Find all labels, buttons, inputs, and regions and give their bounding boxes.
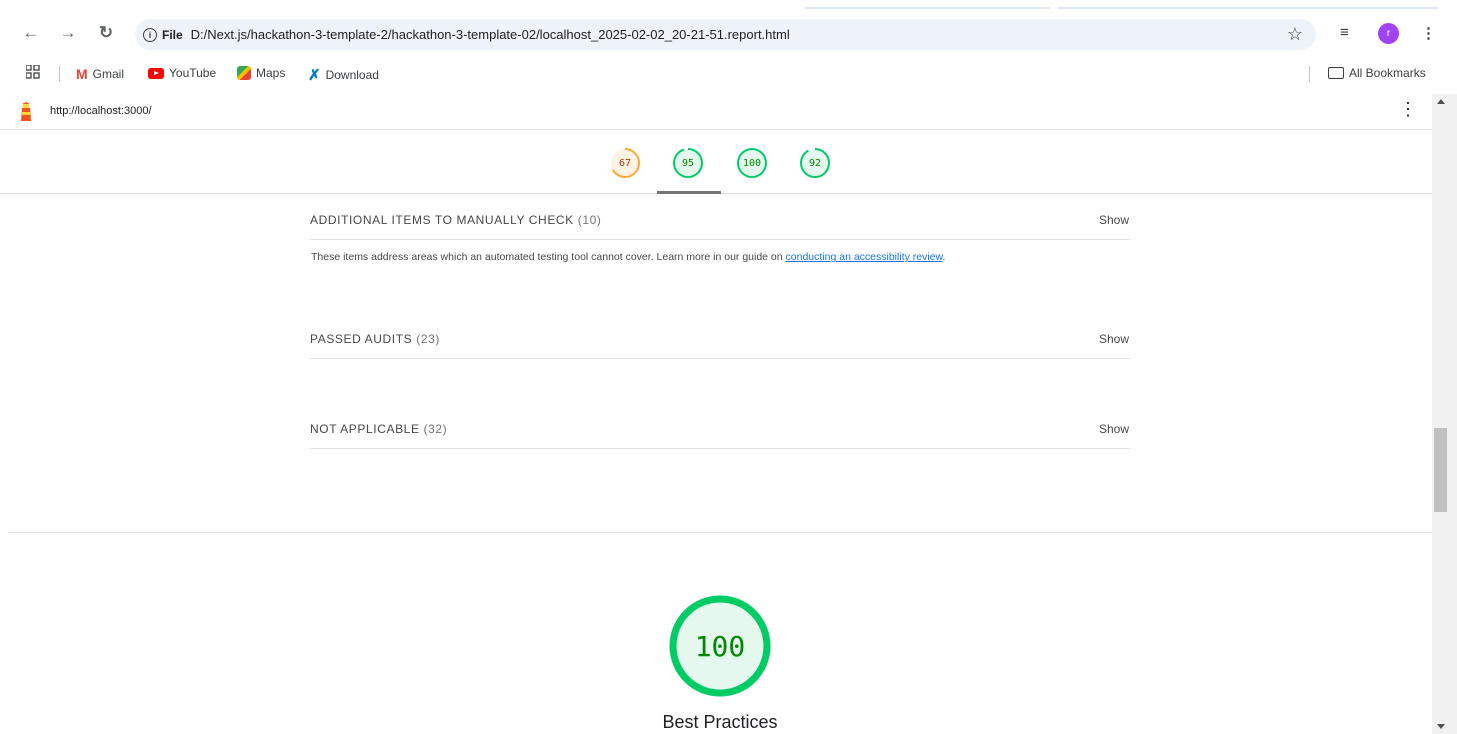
scroll-up-arrow-icon[interactable] xyxy=(1437,99,1445,104)
youtube-icon xyxy=(148,67,164,79)
gauge-score-value: 67 xyxy=(618,157,632,169)
report-menu-icon[interactable]: ⋮ xyxy=(1399,100,1417,118)
show-button[interactable]: Show xyxy=(1099,332,1129,346)
forward-button[interactable]: → xyxy=(57,22,79,44)
gauge-score-value: 95 xyxy=(681,157,695,169)
browser-toolbar: ← → ↻ i File D:/Next.js/hackathon-3-temp… xyxy=(0,0,1457,60)
bookmark-label: Download xyxy=(325,68,379,82)
bookmarks-separator xyxy=(59,66,60,82)
category-divider xyxy=(9,532,1432,533)
bookmark-label: Maps xyxy=(256,66,286,80)
reload-button[interactable]: ↻ xyxy=(95,22,117,44)
bookmark-star-icon[interactable]: ☆ xyxy=(1287,24,1303,45)
apps-grid-icon[interactable] xyxy=(26,65,40,79)
bookmarks-bar: M Gmail YouTube Maps ✗ Download All Book… xyxy=(0,60,1457,88)
score-gauge-100[interactable]: 100 xyxy=(735,146,769,180)
back-arrow-icon: ← xyxy=(22,23,40,42)
audit-group-manual[interactable]: ADDITIONAL ITEMS TO MANUALLY CHECK (10) … xyxy=(309,213,1131,240)
bookmark-gmail[interactable]: M Gmail xyxy=(76,66,124,82)
vscode-icon: ✗ xyxy=(308,67,321,84)
lighthouse-logo-icon xyxy=(21,102,31,121)
all-bookmarks-button[interactable]: All Bookmarks xyxy=(1328,66,1426,80)
group-title-text: PASSED AUDITS xyxy=(310,332,413,346)
bookmarks-separator xyxy=(1309,66,1310,82)
bookmark-label: Gmail xyxy=(92,67,125,81)
bookmark-maps[interactable]: Maps xyxy=(237,66,285,80)
group-count: (10) xyxy=(577,213,602,227)
omnibox-scheme-label: File xyxy=(162,27,183,42)
back-button[interactable]: ← xyxy=(20,22,42,44)
accessibility-review-link[interactable]: conducting an accessibility review xyxy=(786,251,943,263)
group-title: ADDITIONAL ITEMS TO MANUALLY CHECK (10) xyxy=(310,213,601,227)
audit-group-not-applicable[interactable]: NOT APPLICABLE (32) Show xyxy=(309,422,1131,449)
group-title-text: NOT APPLICABLE xyxy=(310,422,420,436)
scrollbar-thumb[interactable] xyxy=(1434,428,1447,512)
report-url[interactable]: http://localhost:3000/ xyxy=(50,105,152,117)
bookmark-label: YouTube xyxy=(169,66,217,80)
group-title: NOT APPLICABLE (32) xyxy=(310,422,447,436)
show-button[interactable]: Show xyxy=(1099,422,1129,436)
group-count: (32) xyxy=(423,422,448,436)
group-count: (23) xyxy=(416,332,440,346)
omnibox-url[interactable]: D:/Next.js/hackathon-3-template-2/hackat… xyxy=(191,27,790,42)
folder-icon xyxy=(1328,67,1344,79)
group-title: PASSED AUDITS (23) xyxy=(310,332,440,346)
forward-arrow-icon: → xyxy=(59,23,77,42)
scroll-down-arrow-icon[interactable] xyxy=(1437,724,1445,729)
bookmark-youtube[interactable]: YouTube xyxy=(148,66,216,80)
gauge-score-value: 92 xyxy=(808,157,822,169)
all-bookmarks-label: All Bookmarks xyxy=(1349,66,1426,80)
manual-check-description: These items address areas which an autom… xyxy=(311,251,945,263)
gmail-icon: M xyxy=(76,66,88,82)
best-practices-label: Best Practices xyxy=(662,712,778,732)
bookmark-download[interactable]: ✗ Download xyxy=(308,66,379,84)
score-gauge-92[interactable]: 92 xyxy=(798,146,832,180)
score-gauge-67[interactable]: 67 xyxy=(608,146,642,180)
description-period: . xyxy=(942,251,946,263)
reading-list-icon[interactable]: ≡ xyxy=(1340,24,1349,41)
report-topbar: http://localhost:3000/ ⋮ xyxy=(0,94,1432,130)
sticky-score-header: 67 95 100 92 xyxy=(0,130,1432,194)
page-scrollbar[interactable] xyxy=(1432,94,1457,734)
best-practices-score: 100 xyxy=(694,629,746,663)
tab-strip-hint xyxy=(805,0,1050,9)
description-text: These items address areas which an autom… xyxy=(311,251,786,263)
info-icon[interactable]: i xyxy=(143,27,157,42)
maps-icon xyxy=(237,66,251,80)
tab-strip-hint-2 xyxy=(1058,0,1438,9)
gauge-score-value: 100 xyxy=(742,157,762,169)
profile-avatar[interactable]: r xyxy=(1378,23,1399,44)
reload-icon: ↻ xyxy=(98,23,114,42)
audit-group-passed[interactable]: PASSED AUDITS (23) Show xyxy=(309,332,1131,359)
group-title-text: ADDITIONAL ITEMS TO MANUALLY CHECK xyxy=(310,213,574,227)
score-gauge-95[interactable]: 95 xyxy=(671,146,705,180)
active-category-indicator xyxy=(657,191,721,194)
address-bar[interactable]: i File D:/Next.js/hackathon-3-template-2… xyxy=(135,19,1316,50)
browser-menu-icon[interactable]: ⋮ xyxy=(1421,24,1436,42)
show-button[interactable]: Show xyxy=(1099,213,1129,227)
